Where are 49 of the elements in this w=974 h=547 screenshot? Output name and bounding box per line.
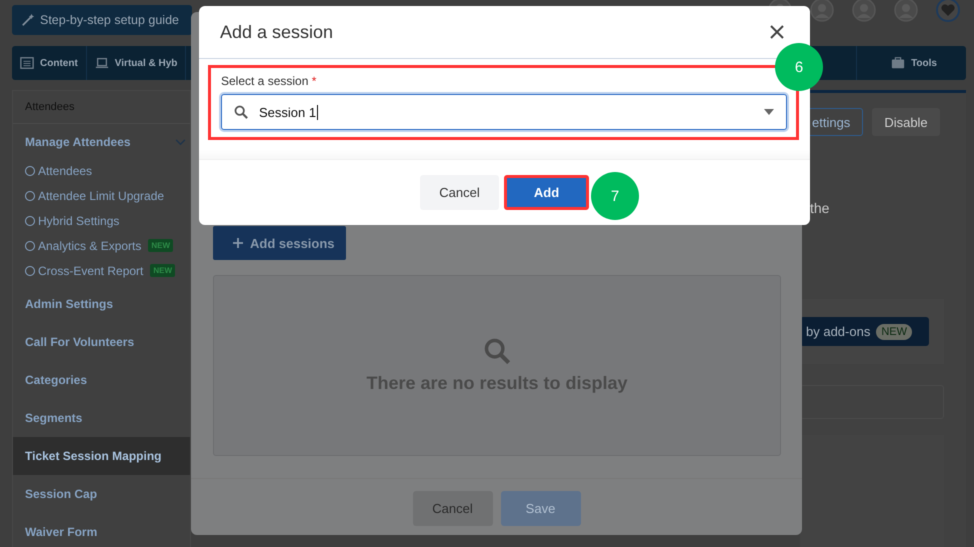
sidebar-group-title[interactable]: Manage Attendees: [25, 135, 131, 149]
avatar-icon[interactable]: [852, 0, 876, 22]
new-badge: NEW: [148, 239, 174, 252]
bullet-icon: [25, 266, 35, 276]
sidebar-subitem[interactable]: Analytics & Exports: [38, 238, 142, 252]
sidebar-item[interactable]: Categories: [13, 361, 190, 399]
search-icon: [483, 337, 511, 365]
list-icon: [20, 56, 34, 70]
sidebar-subitem[interactable]: Attendees: [38, 164, 92, 178]
panel-button[interactable]: Disable: [872, 108, 940, 136]
add-sessions-button[interactable]: Add sessions: [213, 226, 346, 260]
add-button[interactable]: Add: [504, 175, 589, 210]
laptop-icon: [94, 56, 109, 70]
avatar-icon[interactable]: [810, 0, 834, 22]
caret-down-icon[interactable]: [764, 109, 774, 115]
sidebar-item[interactable]: Ticket Session Mapping: [13, 437, 190, 475]
bullet-icon: [25, 166, 35, 176]
plus-icon: [232, 237, 244, 249]
avatar-icon[interactable]: [894, 0, 918, 22]
chevron-down-icon[interactable]: [175, 138, 186, 146]
sidebar-item[interactable]: Call For Volunteers: [13, 323, 190, 361]
sidebar-subitem[interactable]: Cross-Event Report: [38, 264, 144, 278]
nav-tab[interactable]: Content: [12, 46, 87, 80]
sidebar-item[interactable]: Segments: [13, 399, 190, 437]
new-badge: NEW: [876, 324, 912, 340]
nav-tab[interactable]: Tools: [856, 46, 966, 80]
bullet-icon: [25, 216, 35, 226]
close-icon[interactable]: [770, 25, 784, 39]
search-icon: [234, 105, 248, 119]
sidebar-item[interactable]: Admin Settings: [13, 285, 190, 323]
cancel-button[interactable]: Cancel: [412, 491, 492, 526]
nav-tab[interactable]: Virtual & Hyb: [86, 46, 186, 80]
briefcase-icon: [891, 56, 906, 70]
description-text: the: [809, 200, 830, 216]
setup-guide-button[interactable]: Step-by-step setup guide: [12, 5, 192, 35]
field-label: Select a session *: [221, 74, 318, 88]
sidebar-subitem[interactable]: Hybrid Settings: [38, 214, 120, 228]
wand-icon: [21, 13, 35, 27]
session-select-field[interactable]: Session 1: [221, 94, 787, 130]
dialog-title: Add a session: [220, 22, 334, 42]
sidebar-item[interactable]: Waiver Form: [13, 513, 190, 547]
bullet-icon: [25, 190, 35, 200]
bullet-icon: [25, 240, 35, 250]
cancel-button[interactable]: Cancel: [420, 175, 499, 210]
sidebar-item[interactable]: Session Cap: [13, 475, 190, 513]
sidebar-subitem[interactable]: Attendee Limit Upgrade: [38, 188, 164, 202]
new-badge: NEW: [150, 264, 176, 277]
addons-button[interactable]: by add-ons NEW: [800, 317, 929, 346]
heart-icon[interactable]: [936, 0, 960, 22]
